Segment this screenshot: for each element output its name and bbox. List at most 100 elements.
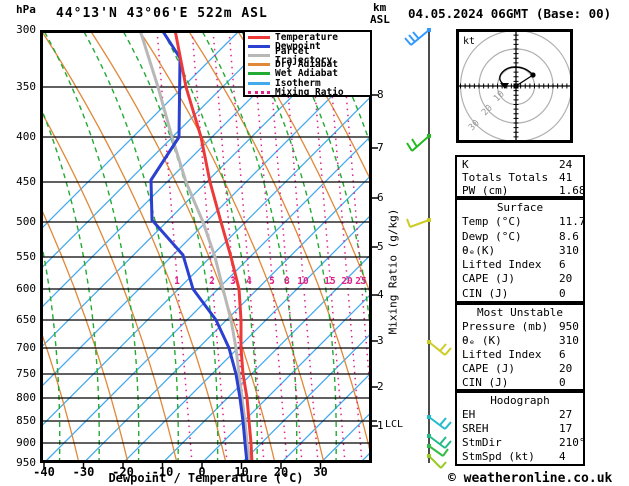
pressure-tick-label: 750 [16,367,36,380]
legend-label: Mixing Ratio [275,86,344,98]
stats-label: Pressure (mb) [462,320,549,333]
stats-label: CAPE (J) [462,362,515,375]
stats-row: CAPE (J) 20 [462,362,583,376]
stats-label: Dewp (°C) [462,229,522,243]
stats-label: StmDir [462,436,502,449]
legend-item: Mixing Ratio [248,86,370,98]
altitude-tick-label: 8 [377,88,384,101]
mixing-ratio-line-label: 8 [284,276,290,287]
stats-row: Totals Totals 41 [462,171,583,184]
mixing-ratio-line-label: 5 [269,276,275,287]
altitude-tick-label: 4 [377,288,384,301]
altitude-unit-asl-label: ASL [370,13,390,26]
stats-section-title: Most Unstable [476,306,564,319]
mixing-ratio-axis-title: Mixing Ratio (g/kg) [386,208,400,335]
stats-box: Hodograph EH 27 SREH 17 StmDir 210° StmSpd (kt)… [455,391,586,466]
altitude-tick-label: 3 [377,334,384,347]
legend: Temperature Dewpoint Parcel Trajectory Dry … [243,30,372,97]
stats-row: CIN (J) 0 [462,376,583,390]
stats-value: 20 [559,272,573,286]
stats-box: K 24 Totals Totals 41 PW (cm) 1.68 [455,155,586,198]
stats-value: 1.68 [559,184,586,197]
stats-label: PW (cm) [462,184,509,197]
stats-label: CIN (J) [462,376,509,389]
stats-label: CIN (J) [462,286,509,300]
hodograph-ring-label: 20 [480,103,495,118]
stats-row: Dewp (°C) 8.6 [462,230,583,244]
stats-value: 6 [559,258,566,272]
mixing-ratio-line-label: 10 [297,276,309,287]
legend-swatch [248,63,270,67]
pressure-tick-label: 450 [16,175,36,188]
legend-swatch [248,81,270,85]
stats-value: 310 [559,243,579,257]
stats-row: Lifted Index 6 [462,258,583,272]
stats-label: θₑ (K) [462,334,502,347]
watermark: © weatheronline.co.uk [448,471,613,486]
pressure-tick-label: 400 [16,130,36,143]
lcl-marker-label: LCL [385,419,404,430]
stats-row: Lifted Index 6 [462,348,583,362]
altitude-tick-label: 2 [377,380,384,393]
stats-label: Lifted Index [462,348,542,361]
pressure-tick-label: 350 [16,80,36,93]
stats-row: StmDir 210° [462,436,586,450]
pressure-tick-label: 650 [16,313,36,326]
stats-label: Lifted Index [462,258,542,272]
stats-value: 210° [559,436,586,449]
stats-section-title: Surface [496,201,544,214]
stats-label: K [462,158,469,171]
pressure-unit-label: hPa [16,3,36,16]
stats-row: SREH 17 [462,422,583,436]
stats-value: 0 [559,286,566,300]
stats-row: θₑ (K) 310 [462,334,583,348]
altitude-tick-label: 6 [377,191,384,204]
stats-label: Temp (°C) [462,215,522,229]
pressure-tick-label: 700 [16,341,36,354]
pressure-tick-label: 500 [16,215,36,228]
pressure-tick-label: 900 [16,436,36,449]
stats-value: 4 [559,450,566,463]
legend-swatch [248,45,270,49]
stats-label: EH [462,408,476,421]
hodograph-plot: 102030 kt [459,29,573,143]
skewt-sounding-screen: hPa 44°13'N 43°06'E 522m ASL km ASL 04.0… [0,0,629,486]
stats-label: CAPE (J) [462,272,515,286]
pressure-tick-label: 300 [16,23,36,36]
stats-value: 27 [559,408,573,421]
mixing-ratio-line-label: 1 [174,276,180,287]
hodograph-panel: 10 20 30 kt [456,29,573,143]
stats-row: Pressure (mb) 950 [462,320,583,334]
mixing-ratio-line-label: 15 [324,276,336,287]
pressure-tick-label: 800 [16,391,36,404]
mixing-ratio-line-label: 25 [355,276,367,287]
altitude-tick-label: 7 [377,141,384,154]
stats-box: Most Unstable Pressure (mb) 950 θₑ (K) 310 Li… [455,303,585,391]
mixing-ratio-line-label: 4 [246,276,252,287]
hodograph-unit-label: kt [463,36,475,47]
stats-value: 24 [559,158,573,171]
altitude-tick-label: 1 [377,419,384,432]
stats-label: StmSpd (kt) [462,450,535,463]
stats-value: 17 [559,422,573,435]
station-title: 44°13'N 43°06'E 522m ASL [56,6,268,21]
stats-row: K 24 [462,158,583,171]
stats-section-title: Hodograph [490,394,550,407]
stats-row: θₑ(K) 310 [462,244,583,258]
stats-box: Surface Temp (°C) 11.7 Dewp (°C) 8.6 θₑ(K) 310… [455,198,586,303]
stats-row: StmSpd (kt) 4 [462,450,583,464]
stats-label: Totals Totals [462,171,549,184]
stats-value: 41 [559,171,573,184]
stats-row: PW (cm) 1.68 [462,184,586,197]
mixing-ratio-line-label: 20 [341,276,353,287]
stats-row: CAPE (J) 20 [462,272,583,286]
hodograph-ring-label: 10 [492,89,507,104]
legend-swatch [248,90,270,94]
stats-value: 20 [559,362,573,375]
stats-row: CIN (J) 0 [462,287,583,301]
stats-row: EH 27 [462,408,583,422]
stats-label: SREH [462,422,489,435]
pressure-tick-label: 550 [16,250,36,263]
mixing-ratio-line-label: 2 [209,276,215,287]
legend-swatch [248,36,270,40]
